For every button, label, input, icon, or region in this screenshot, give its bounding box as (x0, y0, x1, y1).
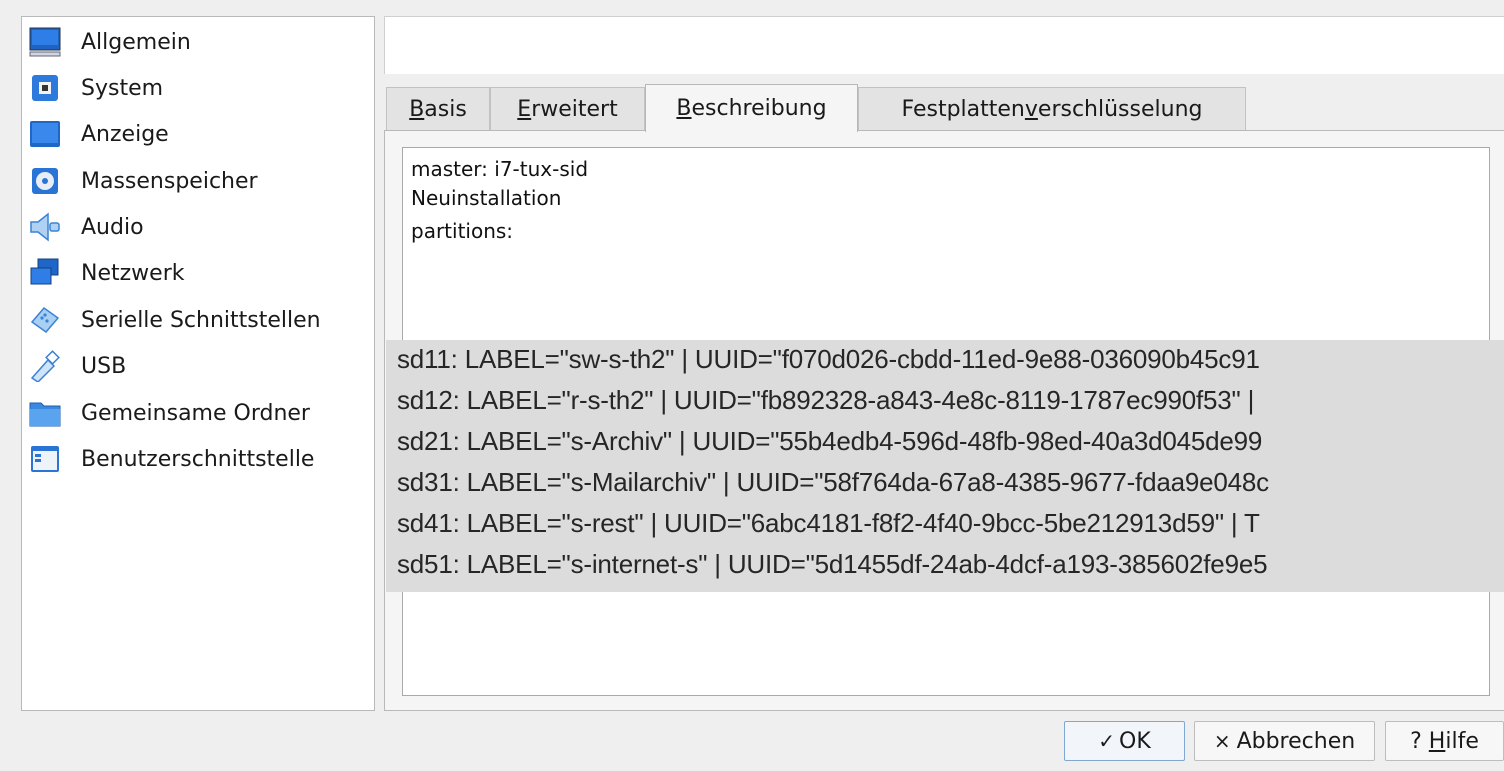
sidebar-item-system[interactable]: System (22, 65, 374, 111)
chip-icon (26, 69, 64, 107)
sidebar-item-label: Gemeinsame Ordner (81, 400, 310, 426)
help-icon: ? (1410, 728, 1429, 754)
ok-label: OK (1119, 728, 1151, 754)
tab-mnemonic: E (517, 97, 532, 122)
tab-label: rweitert (531, 97, 618, 122)
tab-label: eschreibung (691, 96, 827, 121)
sidebar-item-audio[interactable]: Audio (22, 204, 374, 250)
partition-list-item[interactable]: sd31: LABEL="s-Mailarchiv" | UUID="58f76… (397, 467, 1269, 498)
user-interface-icon (26, 440, 64, 478)
sidebar-item-label: Audio (81, 214, 144, 240)
cancel-button[interactable]: × Abbrechen (1194, 721, 1375, 761)
tab-mnemonic: v (1024, 97, 1038, 122)
serial-port-icon (26, 301, 64, 339)
sidebar-item-benutzerschnittstelle[interactable]: Benutzerschnittstelle (22, 436, 374, 482)
tab-erweitert[interactable]: Erweitert (490, 87, 645, 131)
help-label-text: ilfe (1445, 728, 1479, 754)
check-icon: ✓ (1098, 729, 1115, 753)
tab-basis[interactable]: Basis (386, 87, 490, 131)
description-line: partitions: (411, 219, 514, 243)
sidebar-item-label: Allgemein (81, 29, 191, 55)
tab-mnemonic: B (409, 97, 425, 122)
partition-list-item[interactable]: sd51: LABEL="s-internet-s" | UUID="5d145… (397, 549, 1268, 580)
partition-list-item[interactable]: sd12: LABEL="r-s-th2" | UUID="fb892328-a… (397, 385, 1254, 416)
tab-label: Festplatten (901, 97, 1025, 122)
sidebar-item-label: Benutzerschnittstelle (81, 446, 315, 472)
close-icon: × (1213, 729, 1231, 753)
partition-list-item[interactable]: sd11: LABEL="sw-s-th2" | UUID="f070d026-… (397, 344, 1260, 375)
disk-icon (26, 162, 64, 200)
ok-button[interactable]: ✓ OK (1064, 721, 1185, 761)
sidebar-item-netzwerk[interactable]: Netzwerk (22, 250, 374, 296)
speaker-icon (26, 208, 64, 246)
sidebar-item-anzeige[interactable]: Anzeige (22, 111, 374, 157)
tab-label: asis (424, 97, 467, 122)
tab-label: erschlüsselung (1037, 97, 1203, 122)
sidebar-item-label: Serielle Schnittstellen (81, 307, 321, 333)
tab-beschreibung[interactable]: Beschreibung (645, 84, 858, 132)
sidebar-item-serielle-schnittstellen[interactable]: Serielle Schnittstellen (22, 297, 374, 343)
help-label: ? Hilfe (1410, 729, 1479, 754)
partition-list-item[interactable]: sd21: LABEL="s-Archiv" | UUID="55b4edb4-… (397, 426, 1262, 457)
description-line: master: i7-tux-sid (411, 157, 589, 181)
sidebar-item-allgemein[interactable]: Allgemein (22, 19, 374, 65)
tab-mnemonic: B (676, 96, 692, 121)
sidebar-item-label: Netzwerk (81, 260, 185, 286)
folder-icon (26, 394, 64, 432)
help-mnemonic: H (1428, 728, 1446, 754)
usb-icon (26, 347, 64, 385)
sidebar-item-massenspeicher[interactable]: Massenspeicher (22, 158, 374, 204)
sidebar-item-label: Anzeige (81, 121, 169, 147)
partition-list-popup[interactable]: sd11: LABEL="sw-s-th2" | UUID="f070d026-… (386, 340, 1504, 592)
sidebar-item-label: USB (81, 353, 127, 379)
cancel-label: Abbrechen (1236, 728, 1356, 754)
general-monitor-icon (26, 23, 64, 61)
display-icon (26, 115, 64, 153)
header-panel (384, 16, 1504, 74)
partition-list-item[interactable]: sd41: LABEL="s-rest" | UUID="6abc4181-f8… (397, 508, 1260, 539)
description-line: Neuinstallation (411, 186, 562, 210)
sidebar-item-usb[interactable]: USB (22, 343, 374, 389)
settings-category-list[interactable]: Allgemein System Anzeige Massenspeicher … (21, 16, 375, 711)
sidebar-item-gemeinsame-ordner[interactable]: Gemeinsame Ordner (22, 390, 374, 436)
help-button[interactable]: ? Hilfe (1385, 721, 1504, 761)
network-icon (26, 254, 64, 292)
sidebar-item-label: System (81, 75, 164, 101)
sidebar-item-label: Massenspeicher (81, 168, 258, 194)
tab-festplattenverschluesselung[interactable]: Festplattenverschlüsselung (858, 87, 1246, 131)
